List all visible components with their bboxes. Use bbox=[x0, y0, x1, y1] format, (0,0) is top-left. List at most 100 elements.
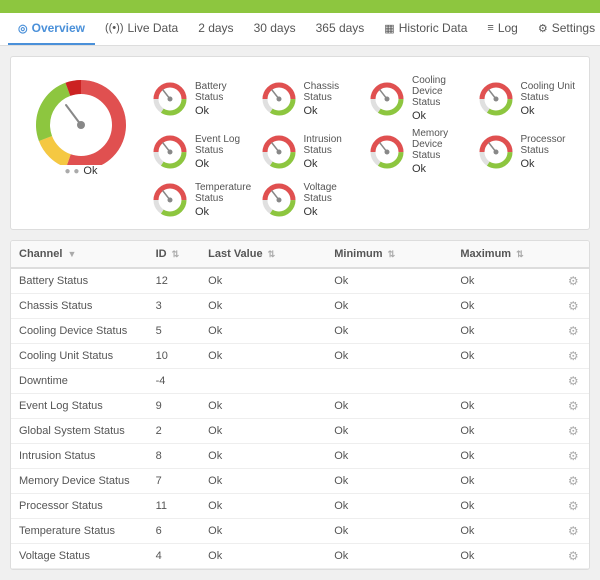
sort-icon-lastval: ⇅ bbox=[268, 249, 276, 259]
cell-link-10[interactable]: ⚙ bbox=[557, 519, 589, 544]
cell-link-8[interactable]: ⚙ bbox=[557, 469, 589, 494]
col-header-min[interactable]: Minimum ⇅ bbox=[326, 241, 452, 268]
gauge-info-8: Temperature Status Ok bbox=[195, 182, 254, 218]
row-link-icon-10[interactable]: ⚙ bbox=[568, 524, 579, 538]
tab-settings[interactable]: ⚙ Settings bbox=[528, 13, 600, 45]
row-link-icon-2[interactable]: ⚙ bbox=[568, 324, 579, 338]
cell-link-1[interactable]: ⚙ bbox=[557, 294, 589, 319]
col-header-max[interactable]: Maximum ⇅ bbox=[452, 241, 557, 268]
table-row: Processor Status 11 Ok Ok Ok ⚙ bbox=[11, 494, 589, 519]
cell-channel-4: Downtime bbox=[11, 369, 148, 394]
cell-max-7: Ok bbox=[452, 444, 557, 469]
mini-gauge-svg bbox=[151, 80, 189, 118]
cell-link-11[interactable]: ⚙ bbox=[557, 544, 589, 569]
row-link-icon-4[interactable]: ⚙ bbox=[568, 374, 579, 388]
cell-channel-8: Memory Device Status bbox=[11, 469, 148, 494]
cell-max-2: Ok bbox=[452, 319, 557, 344]
gauge-info-6: Memory Device Status Ok bbox=[412, 128, 471, 175]
row-link-icon-7[interactable]: ⚙ bbox=[568, 449, 579, 463]
main-donut-container: ● ● Ok bbox=[21, 75, 141, 219]
cell-channel-5: Event Log Status bbox=[11, 394, 148, 419]
gauge-value-4: Ok bbox=[195, 158, 254, 170]
main-content: ● ● Ok Battery Status Ok Chassis Status … bbox=[0, 46, 600, 580]
tab-365days[interactable]: 365 days bbox=[306, 13, 375, 45]
cell-min-5: Ok bbox=[326, 394, 452, 419]
gauge-item-6: Memory Device Status Ok bbox=[368, 128, 471, 175]
cell-id-2: 5 bbox=[148, 319, 201, 344]
row-link-icon-11[interactable]: ⚙ bbox=[568, 549, 579, 563]
row-link-icon-9[interactable]: ⚙ bbox=[568, 499, 579, 513]
cell-max-1: Ok bbox=[452, 294, 557, 319]
row-link-icon-3[interactable]: ⚙ bbox=[568, 349, 579, 363]
cell-channel-11: Voltage Status bbox=[11, 544, 148, 569]
tab-2days[interactable]: 2 days bbox=[188, 13, 243, 45]
row-link-icon-6[interactable]: ⚙ bbox=[568, 424, 579, 438]
cell-id-4: -4 bbox=[148, 369, 201, 394]
cell-min-0: Ok bbox=[326, 268, 452, 294]
cell-max-10: Ok bbox=[452, 519, 557, 544]
tab-overview[interactable]: ◎ Overview bbox=[8, 13, 95, 45]
col-header-channel[interactable]: Channel ▼ bbox=[11, 241, 148, 268]
tab-365days-label: 365 days bbox=[316, 21, 365, 35]
gauge-value-6: Ok bbox=[412, 163, 471, 175]
tab-30days[interactable]: 30 days bbox=[244, 13, 306, 45]
gauge-info-1: Chassis Status Ok bbox=[304, 81, 363, 117]
tab-log[interactable]: ≡ Log bbox=[477, 13, 527, 45]
mini-gauge-svg bbox=[151, 133, 189, 171]
cell-link-7[interactable]: ⚙ bbox=[557, 444, 589, 469]
cell-max-9: Ok bbox=[452, 494, 557, 519]
settings-icon: ⚙ bbox=[538, 22, 548, 35]
cell-id-10: 6 bbox=[148, 519, 201, 544]
cell-lastval-6: Ok bbox=[200, 419, 326, 444]
row-link-icon-5[interactable]: ⚙ bbox=[568, 399, 579, 413]
cell-link-6[interactable]: ⚙ bbox=[557, 419, 589, 444]
gauge-name-6: Memory Device Status bbox=[412, 128, 471, 161]
table-row: Temperature Status 6 Ok Ok Ok ⚙ bbox=[11, 519, 589, 544]
cell-link-0[interactable]: ⚙ bbox=[557, 268, 589, 294]
table-row: Chassis Status 3 Ok Ok Ok ⚙ bbox=[11, 294, 589, 319]
mini-gauge-svg bbox=[260, 181, 298, 219]
cell-link-3[interactable]: ⚙ bbox=[557, 344, 589, 369]
cell-link-2[interactable]: ⚙ bbox=[557, 319, 589, 344]
tab-settings-label: Settings bbox=[552, 21, 595, 35]
overview-icon: ◎ bbox=[18, 22, 28, 35]
gauge-value-8: Ok bbox=[195, 206, 254, 218]
gauge-value-7: Ok bbox=[521, 158, 580, 170]
main-donut-chart bbox=[26, 75, 136, 165]
tab-historic[interactable]: ▦ Historic Data bbox=[374, 13, 477, 45]
tab-livedata-label: Live Data bbox=[128, 21, 179, 35]
cell-link-5[interactable]: ⚙ bbox=[557, 394, 589, 419]
gauge-value-2: Ok bbox=[412, 110, 471, 122]
cell-min-9: Ok bbox=[326, 494, 452, 519]
gauge-info-2: Cooling Device Status Ok bbox=[412, 75, 471, 122]
gauge-info-5: Intrusion Status Ok bbox=[304, 134, 363, 170]
col-header-lastval[interactable]: Last Value ⇅ bbox=[200, 241, 326, 268]
gauge-value-9: Ok bbox=[304, 206, 363, 218]
cell-link-4[interactable]: ⚙ bbox=[557, 369, 589, 394]
cell-link-9[interactable]: ⚙ bbox=[557, 494, 589, 519]
row-link-icon-0[interactable]: ⚙ bbox=[568, 274, 579, 288]
row-link-icon-1[interactable]: ⚙ bbox=[568, 299, 579, 313]
status-gauges-grid: Battery Status Ok Chassis Status Ok Cool… bbox=[151, 75, 579, 219]
gauge-value-1: Ok bbox=[304, 105, 363, 117]
donut-footer: ● ● Ok bbox=[65, 165, 98, 177]
cell-channel-3: Cooling Unit Status bbox=[11, 344, 148, 369]
gauge-value-5: Ok bbox=[304, 158, 363, 170]
cell-id-8: 7 bbox=[148, 469, 201, 494]
tab-livedata[interactable]: ((•)) Live Data bbox=[95, 13, 188, 45]
row-link-icon-8[interactable]: ⚙ bbox=[568, 474, 579, 488]
cell-id-11: 4 bbox=[148, 544, 201, 569]
tab-historic-label: Historic Data bbox=[399, 21, 468, 35]
nav-tabs: ◎ Overview ((•)) Live Data 2 days 30 day… bbox=[0, 13, 600, 46]
historic-icon: ▦ bbox=[384, 22, 394, 35]
cell-max-3: Ok bbox=[452, 344, 557, 369]
gauge-name-2: Cooling Device Status bbox=[412, 75, 471, 108]
cell-lastval-5: Ok bbox=[200, 394, 326, 419]
col-header-id[interactable]: ID ⇅ bbox=[148, 241, 201, 268]
table-row: Memory Device Status 7 Ok Ok Ok ⚙ bbox=[11, 469, 589, 494]
cell-lastval-1: Ok bbox=[200, 294, 326, 319]
cell-id-7: 8 bbox=[148, 444, 201, 469]
col-header-link bbox=[557, 241, 589, 268]
sort-icon-min: ⇅ bbox=[388, 249, 396, 259]
cell-channel-9: Processor Status bbox=[11, 494, 148, 519]
